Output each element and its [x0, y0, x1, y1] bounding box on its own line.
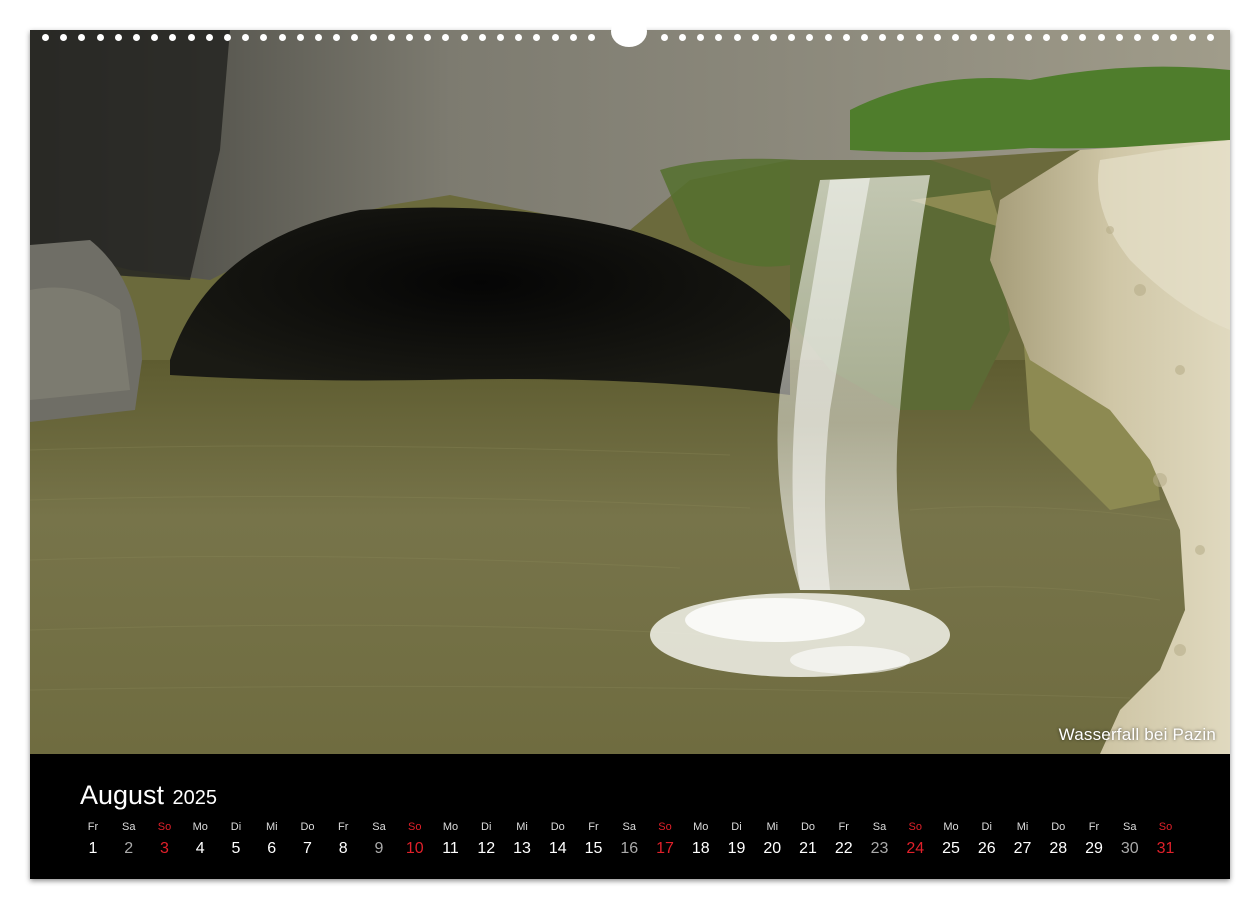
weekday-label: Mo [192, 821, 208, 833]
day-number: 25 [942, 840, 960, 857]
day-number: 14 [548, 840, 567, 857]
day-number: 20 [763, 840, 782, 857]
weekday-label: Fr [338, 821, 349, 833]
weekday-label: Mi [1016, 821, 1029, 833]
weekday-label: Mo [693, 821, 709, 833]
day-number: 26 [977, 840, 996, 857]
weekday-label: Sa [872, 821, 887, 833]
day-number: 6 [267, 840, 277, 857]
day-number: 28 [1049, 840, 1068, 857]
day-number: 22 [834, 840, 853, 857]
day-number: 19 [727, 840, 746, 857]
weekday-label: Di [981, 821, 992, 833]
day-number: 10 [405, 840, 424, 857]
waterfall-illustration [30, 30, 1230, 754]
weekday-label: Mo [442, 821, 459, 833]
weekday-label: Sa [622, 821, 636, 833]
day-number: 9 [374, 840, 384, 857]
month-name: August [80, 780, 165, 810]
day-number: 30 [1120, 840, 1139, 857]
day-number: 13 [513, 840, 531, 857]
weekday-label: Mo [943, 821, 959, 833]
weekday-label: So [1158, 821, 1173, 833]
weekday-label: Mi [516, 821, 528, 833]
day-number: 8 [338, 840, 348, 857]
weekday-label: Do [1051, 821, 1066, 833]
day-number: 18 [691, 840, 710, 857]
weekday-label: Fr [838, 821, 849, 833]
weekday-label: Do [550, 821, 565, 833]
day-number: 27 [1013, 840, 1032, 857]
weekday-label: So [658, 821, 672, 833]
weekday-label: So [908, 821, 922, 833]
weekday-label: Do [800, 821, 816, 833]
day-number: 24 [906, 840, 925, 857]
weekday-label: So [157, 821, 172, 833]
month-year: 2025 [172, 787, 218, 809]
weekday-label: So [408, 821, 422, 833]
day-number: 5 [231, 840, 241, 857]
waterfall-photo: Wasserfall bei Pazin [30, 30, 1230, 754]
weekday-label: Mi [766, 821, 779, 833]
day-number: 1 [88, 840, 98, 857]
photo-caption: Wasserfall bei Pazin [1058, 725, 1216, 744]
weekday-label: Mi [265, 821, 278, 833]
weekday-label: Di [481, 821, 492, 833]
day-number-row: 1 2 3 4 5 6 7 8 9 10 11 12 13 14 15 16 17 18 19 20 21 22 23 24 2… [30, 840, 1230, 860]
day-number: 2 [124, 840, 134, 857]
weekday-label: Di [230, 821, 242, 833]
weekday-label: Fr [1088, 821, 1100, 833]
day-number: 15 [584, 840, 603, 857]
calendar-page: Wasserfall bei Pazin August 2025 Fr Sa So M… [30, 30, 1230, 879]
weekday-row: Fr Sa So Mo Di Mi Do Fr Sa So Mo Di Mi Do Fr Sa So Mo Di Mi… [30, 821, 1230, 841]
day-number: 3 [160, 840, 169, 857]
weekday-label: Do [300, 821, 315, 833]
weekday-label: Sa [122, 821, 136, 833]
day-number: 23 [870, 840, 889, 857]
weekday-label: Sa [1123, 821, 1137, 833]
month-calendar: August 2025 Fr Sa So Mo Di Mi Do Fr Sa So Mo Di Mi Do… [30, 754, 1230, 879]
day-number: 17 [656, 840, 674, 857]
day-number: 21 [799, 840, 817, 857]
weekday-label: Sa [372, 821, 386, 833]
day-number: 11 [442, 840, 459, 857]
weekday-label: Di [731, 821, 742, 833]
day-number: 7 [303, 840, 312, 857]
month-title: August 2025 [80, 780, 217, 811]
day-number: 31 [1156, 840, 1175, 857]
day-number: 4 [195, 840, 205, 857]
day-number: 12 [477, 840, 496, 857]
day-number: 29 [1085, 840, 1103, 857]
weekday-label: Fr [87, 821, 99, 833]
weekday-label: Fr [588, 821, 599, 833]
day-number: 16 [620, 840, 639, 857]
